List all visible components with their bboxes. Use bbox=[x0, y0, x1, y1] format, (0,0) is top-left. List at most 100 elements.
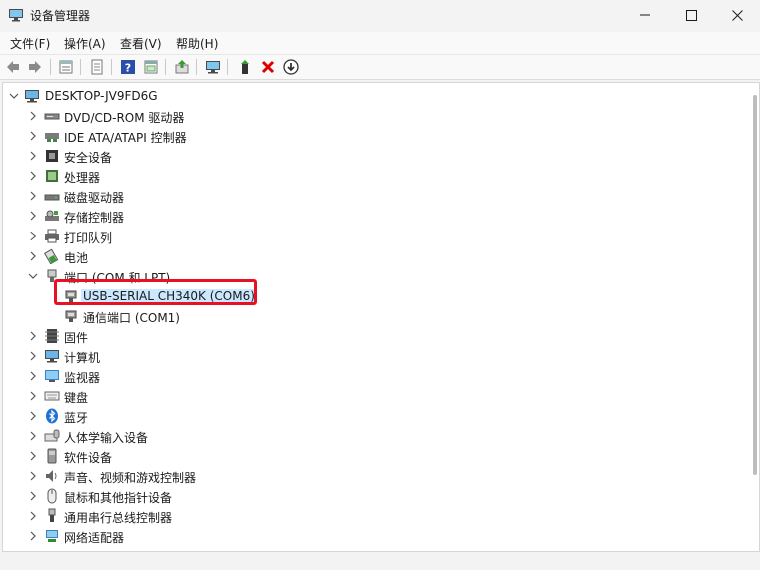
chevron-right-icon[interactable] bbox=[27, 450, 39, 462]
console-button[interactable] bbox=[141, 57, 161, 77]
network-adapter-icon bbox=[46, 530, 58, 542]
port-icon bbox=[47, 269, 57, 282]
tree-item-label: 磁盘驱动器 bbox=[64, 191, 125, 205]
tree-item-sound[interactable]: 声音、视频和游戏控制器 bbox=[3, 466, 747, 486]
chevron-right-icon[interactable] bbox=[27, 430, 39, 442]
tree-item-label: USB-SERIAL CH340K (COM6) bbox=[81, 289, 257, 303]
tree-item-label: 处理器 bbox=[64, 171, 101, 185]
tree-item-disk[interactable]: 磁盘驱动器 bbox=[3, 186, 747, 206]
chevron-right-icon[interactable] bbox=[27, 390, 39, 402]
chevron-right-icon[interactable] bbox=[27, 210, 39, 222]
tree-root[interactable]: DESKTOP-JV9FD6G bbox=[3, 86, 747, 106]
tree-item-usb-serial-ch340k[interactable]: USB-SERIAL CH340K (COM6) bbox=[3, 286, 747, 306]
tree-item-firmware[interactable]: 固件 bbox=[3, 326, 747, 346]
chevron-right-icon[interactable] bbox=[27, 510, 39, 522]
tree-item-label: 键盘 bbox=[64, 391, 89, 405]
chevron-right-icon[interactable] bbox=[27, 170, 39, 182]
tree-item-label: 存储控制器 bbox=[64, 211, 125, 225]
root-label: DESKTOP-JV9FD6G bbox=[45, 89, 158, 103]
scan-hardware-button[interactable] bbox=[203, 57, 223, 77]
printer-icon bbox=[45, 229, 59, 243]
chevron-down-icon[interactable] bbox=[8, 90, 20, 102]
menu-bar: 文件(F) 操作(A) 查看(V) 帮助(H) bbox=[0, 32, 760, 55]
dvd-drive-icon bbox=[44, 113, 60, 120]
chevron-right-icon[interactable] bbox=[27, 350, 39, 362]
tree-item-label: 网络适配器 bbox=[64, 531, 125, 545]
tree-item-computer[interactable]: 计算机 bbox=[3, 346, 747, 366]
scrollbar-thumb[interactable] bbox=[753, 95, 757, 475]
bluetooth-icon bbox=[46, 408, 58, 424]
tree-item-storage[interactable]: 存储控制器 bbox=[3, 206, 747, 226]
tree-item-mouse[interactable]: 鼠标和其他指针设备 bbox=[3, 486, 747, 506]
enable-device-button[interactable] bbox=[235, 57, 255, 77]
close-icon bbox=[731, 9, 743, 21]
toolbar-separator bbox=[165, 59, 166, 75]
update-driver-button[interactable] bbox=[172, 57, 192, 77]
tree-item-software[interactable]: 软件设备 bbox=[3, 446, 747, 466]
close-button[interactable] bbox=[714, 0, 760, 30]
processor-icon bbox=[46, 170, 58, 182]
chevron-right-icon[interactable] bbox=[27, 150, 39, 162]
menu-view[interactable]: 查看(V) bbox=[120, 35, 162, 52]
tree-item-security[interactable]: 安全设备 bbox=[3, 146, 747, 166]
tree-item-keyboard[interactable]: 键盘 bbox=[3, 386, 747, 406]
security-device-icon bbox=[46, 150, 58, 162]
tree-item-network[interactable]: 网络适配器 bbox=[3, 526, 747, 546]
tree-item-label: 打印队列 bbox=[64, 231, 113, 245]
chevron-right-icon[interactable] bbox=[27, 470, 39, 482]
tree-item-hid[interactable]: 人体学输入设备 bbox=[3, 426, 747, 446]
chevron-right-icon[interactable] bbox=[27, 370, 39, 382]
tree-item-ports[interactable]: 端口 (COM 和 LPT) bbox=[3, 266, 747, 286]
forward-button[interactable] bbox=[25, 57, 45, 77]
tree-item-bluetooth[interactable]: 蓝牙 bbox=[3, 406, 747, 426]
menu-action[interactable]: 操作(A) bbox=[64, 35, 106, 52]
monitor-icon bbox=[45, 370, 59, 382]
menu-help[interactable]: 帮助(H) bbox=[176, 35, 218, 52]
chevron-right-icon[interactable] bbox=[27, 330, 39, 342]
tree-item-printer[interactable]: 打印队列 bbox=[3, 226, 747, 246]
chevron-right-icon[interactable] bbox=[27, 490, 39, 502]
uninstall-device-button[interactable] bbox=[258, 57, 278, 77]
chevron-right-icon[interactable] bbox=[27, 230, 39, 242]
device-tree[interactable]: DESKTOP-JV9FD6G DVD/CD-ROM 驱动器 IDE ATA/A… bbox=[2, 82, 760, 552]
enable-device-icon bbox=[241, 60, 249, 74]
properties-button[interactable] bbox=[56, 57, 76, 77]
tree-item-label: 蓝牙 bbox=[64, 411, 89, 425]
port-icon bbox=[65, 290, 77, 302]
chevron-right-icon[interactable] bbox=[27, 250, 39, 262]
forward-arrow-icon bbox=[29, 61, 41, 73]
tree-item-label: 端口 (COM 和 LPT) bbox=[64, 271, 171, 285]
vertical-scrollbar[interactable] bbox=[751, 83, 759, 551]
chevron-right-icon[interactable] bbox=[27, 530, 39, 542]
back-button[interactable] bbox=[3, 57, 23, 77]
tree-item-processor[interactable]: 处理器 bbox=[3, 166, 747, 186]
tree-item-com1[interactable]: 通信端口 (COM1) bbox=[3, 306, 747, 326]
toolbar-separator bbox=[196, 59, 197, 75]
minimize-button[interactable] bbox=[622, 0, 668, 30]
chevron-right-icon[interactable] bbox=[27, 410, 39, 422]
tree-item-label: 固件 bbox=[64, 331, 89, 345]
minimize-icon bbox=[640, 14, 650, 16]
status-bar bbox=[0, 552, 760, 570]
chevron-right-icon[interactable] bbox=[27, 110, 39, 122]
tree-item-battery[interactable]: 电池 bbox=[3, 246, 747, 266]
document-button[interactable] bbox=[87, 57, 107, 77]
tree-item-monitor[interactable]: 监视器 bbox=[3, 366, 747, 386]
chevron-right-icon[interactable] bbox=[27, 130, 39, 142]
menu-file[interactable]: 文件(F) bbox=[10, 35, 50, 52]
toolbar-separator bbox=[111, 59, 112, 75]
port-icon bbox=[65, 310, 77, 322]
computer-icon bbox=[25, 90, 39, 103]
tree-item-usb-controllers[interactable]: 通用串行总线控制器 bbox=[3, 506, 747, 526]
back-arrow-icon bbox=[7, 61, 19, 73]
download-button[interactable] bbox=[281, 57, 301, 77]
tree-item-ide[interactable]: IDE ATA/ATAPI 控制器 bbox=[3, 126, 747, 146]
tree-item-dvd[interactable]: DVD/CD-ROM 驱动器 bbox=[3, 106, 747, 126]
chevron-down-icon[interactable] bbox=[27, 270, 39, 282]
toolbar-separator bbox=[227, 59, 228, 75]
ide-controller-icon bbox=[45, 133, 59, 142]
device-manager-icon bbox=[9, 9, 23, 22]
chevron-right-icon[interactable] bbox=[27, 190, 39, 202]
maximize-button[interactable] bbox=[668, 0, 714, 30]
help-button[interactable]: ? bbox=[118, 57, 138, 77]
